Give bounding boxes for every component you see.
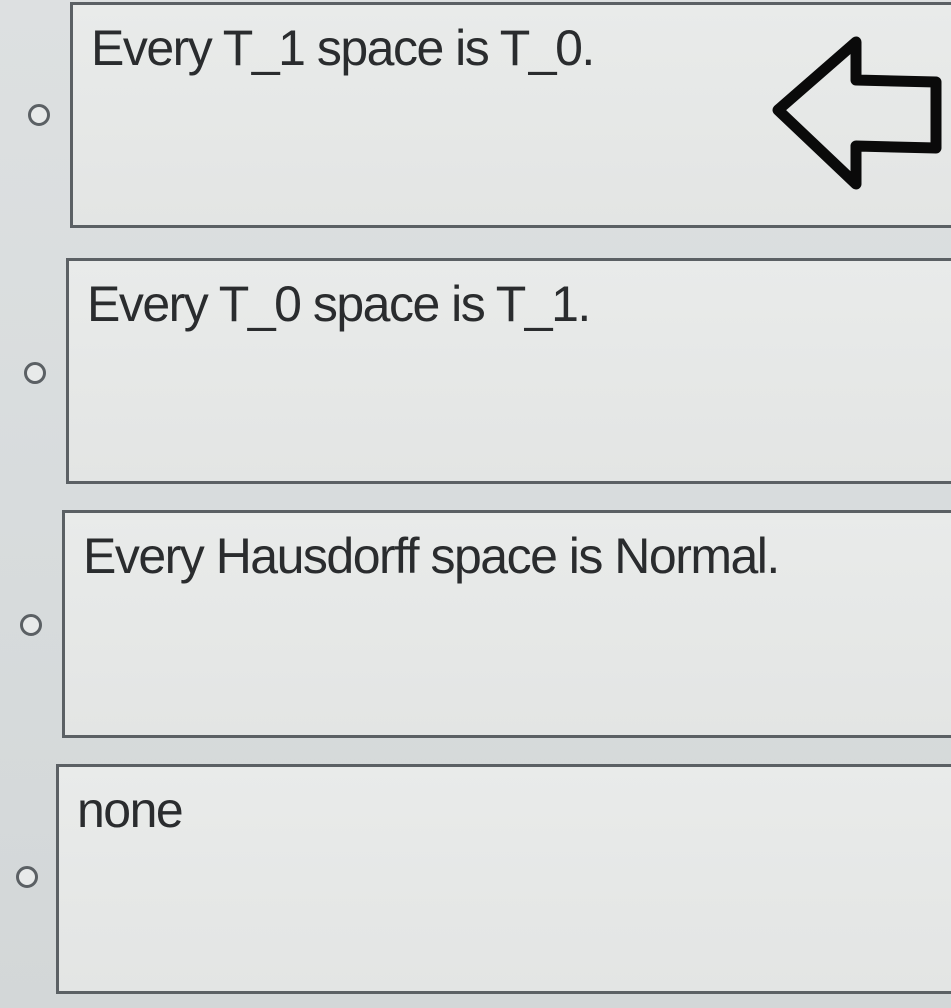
option-box-4[interactable]: none [56,764,951,994]
option-label-4: none [77,782,184,838]
option-label-3: Every Hausdorff space is Normal. [83,528,780,584]
option-label-2: Every T_0 space is T_1. [87,276,591,332]
radio-option-3[interactable] [20,614,42,636]
option-box-2[interactable]: Every T_0 space is T_1. [66,258,951,484]
radio-option-2[interactable] [24,362,46,384]
quiz-screen: Every T_1 space is T_0. Every T_0 space … [0,0,951,1008]
left-arrow-icon [772,36,942,190]
option-box-3[interactable]: Every Hausdorff space is Normal. [62,510,951,738]
radio-option-1[interactable] [28,104,50,126]
option-label-1: Every T_1 space is T_0. [91,20,595,76]
radio-option-4[interactable] [16,866,38,888]
